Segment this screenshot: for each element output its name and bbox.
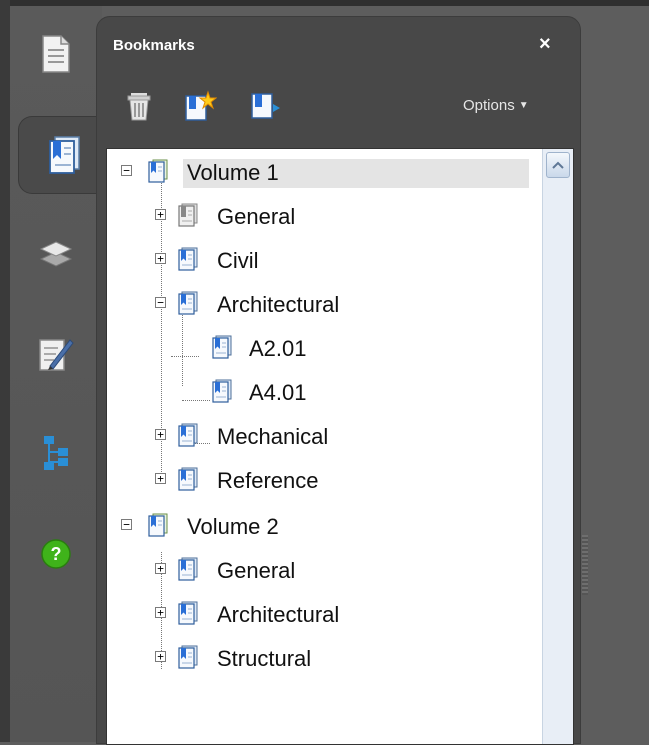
bookmark-tree: − Volume 1 + General + Civil − Architect… bbox=[106, 148, 574, 745]
bookmark-icon bbox=[177, 557, 199, 581]
bookmark-icon bbox=[211, 379, 233, 403]
tree-item-label: Volume 2 bbox=[187, 513, 279, 539]
tree-item-label: A4.01 bbox=[249, 379, 307, 405]
svg-text:?: ? bbox=[51, 544, 62, 564]
bookmark-icon bbox=[177, 601, 199, 625]
tree-item-a2-01[interactable]: A2.01 bbox=[245, 334, 311, 364]
tree-item-label: Reference bbox=[217, 467, 319, 493]
tree-item-label: Civil bbox=[217, 247, 259, 273]
close-panel-button[interactable]: × bbox=[539, 33, 551, 56]
options-label: Options bbox=[463, 97, 515, 114]
help-icon: ? bbox=[41, 539, 71, 569]
expand-bookmark-icon bbox=[251, 93, 280, 119]
collapse-toggle[interactable]: − bbox=[121, 519, 132, 530]
trash-icon bbox=[127, 93, 151, 121]
tree-item-volume-2[interactable]: Volume 2 bbox=[183, 512, 283, 542]
new-bookmark-icon bbox=[185, 90, 218, 121]
model-tree-icon bbox=[44, 436, 68, 470]
pages-button[interactable] bbox=[20, 16, 92, 92]
volume-bookmark-icon bbox=[147, 159, 169, 183]
tree-connector bbox=[182, 400, 210, 401]
scroll-up-button[interactable] bbox=[546, 152, 570, 178]
panel-resize-grip[interactable] bbox=[582, 535, 588, 595]
tree-connector bbox=[171, 356, 199, 357]
tree-item-label: A2.01 bbox=[249, 335, 307, 361]
tree-item-label: Architectural bbox=[217, 291, 340, 317]
bookmark-icon bbox=[177, 467, 199, 491]
expand-toggle[interactable]: + bbox=[155, 651, 166, 662]
expand-bookmark-button[interactable] bbox=[249, 90, 281, 122]
bookmarks-panel: Bookmarks × Options ▼ − Volume 1 + Gener… bbox=[96, 16, 581, 745]
chevron-down-icon: ▼ bbox=[518, 100, 529, 111]
bookmark-icon bbox=[177, 247, 199, 271]
chevron-up-icon bbox=[552, 161, 564, 169]
options-menu-button[interactable]: Options ▼ bbox=[463, 97, 529, 114]
expand-toggle[interactable]: + bbox=[155, 253, 166, 264]
collapse-toggle[interactable]: − bbox=[121, 165, 132, 176]
left-edge bbox=[0, 0, 10, 742]
bookmark-gray-icon bbox=[177, 203, 199, 227]
vertical-scrollbar[interactable] bbox=[542, 149, 573, 744]
navigation-rail: ? bbox=[10, 6, 111, 742]
bookmark-icon bbox=[211, 335, 233, 359]
tree-item-v1-mechanical[interactable]: Mechanical bbox=[213, 422, 332, 452]
expand-toggle[interactable]: + bbox=[155, 209, 166, 220]
new-bookmark-button[interactable] bbox=[183, 90, 218, 122]
signatures-button[interactable] bbox=[20, 316, 92, 392]
delete-bookmark-button[interactable] bbox=[125, 90, 157, 122]
tree-item-v2-general[interactable]: General bbox=[213, 556, 299, 586]
tree-item-v1-reference[interactable]: Reference bbox=[213, 466, 323, 496]
tree-item-v1-architectural[interactable]: Architectural bbox=[213, 290, 343, 320]
layers-icon bbox=[39, 241, 73, 267]
bookmark-icon bbox=[177, 645, 199, 669]
tree-item-label: Mechanical bbox=[217, 423, 329, 449]
tree-item-label: General bbox=[217, 557, 296, 583]
collapse-toggle[interactable]: − bbox=[155, 297, 166, 308]
layers-button[interactable] bbox=[20, 216, 92, 292]
tree-item-v1-civil[interactable]: Civil bbox=[213, 246, 263, 276]
bookmarks-icon bbox=[49, 136, 80, 174]
pages-icon bbox=[42, 35, 70, 73]
tree-item-label: General bbox=[217, 203, 296, 229]
expand-toggle[interactable]: + bbox=[155, 563, 166, 574]
model-tree-button[interactable] bbox=[20, 414, 92, 490]
panel-title: Bookmarks bbox=[113, 37, 195, 54]
help-button[interactable]: ? bbox=[20, 516, 92, 592]
tree-item-volume-1[interactable]: Volume 1 bbox=[183, 158, 529, 188]
signatures-icon bbox=[39, 339, 74, 371]
expand-toggle[interactable]: + bbox=[155, 607, 166, 618]
tree-item-label: Structural bbox=[217, 645, 312, 671]
bookmark-icon bbox=[177, 291, 199, 315]
expand-toggle[interactable]: + bbox=[155, 429, 166, 440]
volume-bookmark-icon bbox=[147, 513, 169, 537]
bookmark-icon bbox=[177, 423, 199, 447]
tree-item-v2-structural[interactable]: Structural bbox=[213, 644, 315, 674]
tree-item-label: Volume 1 bbox=[183, 158, 529, 188]
tree-connector bbox=[182, 312, 183, 386]
tree-item-v2-architectural[interactable]: Architectural bbox=[213, 600, 343, 630]
tree-item-v1-general[interactable]: General bbox=[213, 202, 299, 232]
expand-toggle[interactable]: + bbox=[155, 473, 166, 484]
tree-item-a4-01[interactable]: A4.01 bbox=[245, 378, 311, 408]
tree-item-label: Architectural bbox=[217, 601, 340, 627]
